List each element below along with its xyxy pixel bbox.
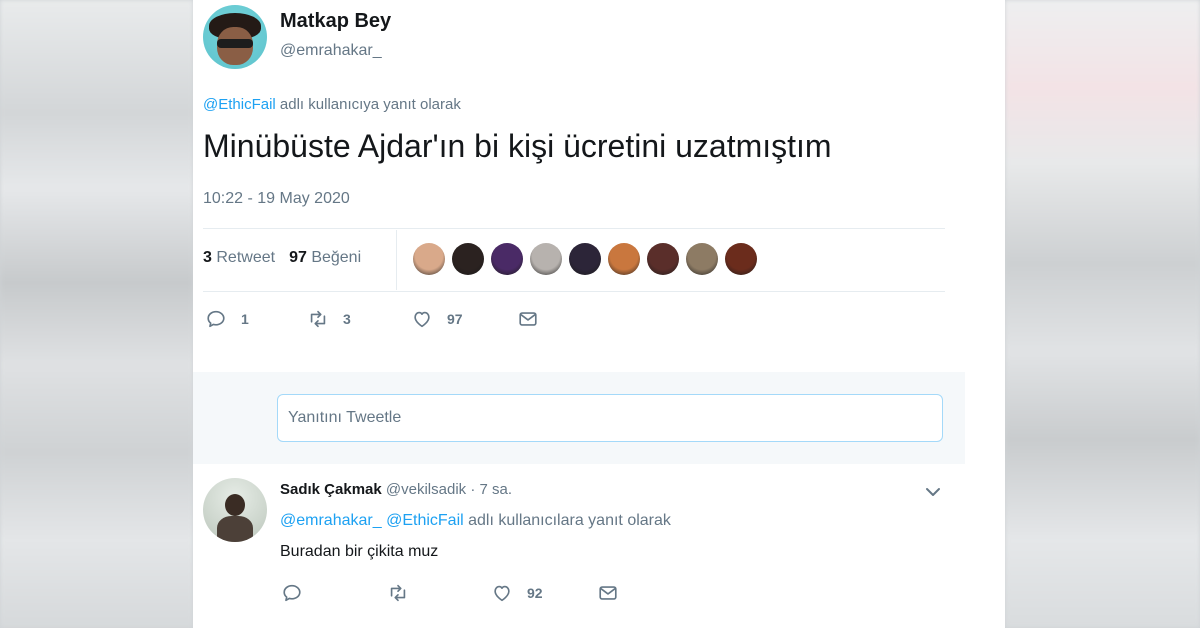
retweet-count: 3	[343, 311, 351, 327]
reply-count: 1	[241, 311, 249, 327]
chevron-down-icon[interactable]	[921, 480, 945, 504]
like-action[interactable]: 92	[491, 582, 597, 604]
like-count: 97	[447, 311, 463, 327]
mail-icon	[519, 312, 537, 326]
stats-separator	[396, 230, 397, 290]
liker-avatar[interactable]	[530, 243, 562, 275]
tweet-actions: 1 3 97	[205, 308, 539, 330]
divider	[203, 291, 945, 292]
likers-avatar-list	[413, 243, 757, 275]
liker-avatar[interactable]	[647, 243, 679, 275]
liker-avatar[interactable]	[725, 243, 757, 275]
heart-icon	[414, 311, 430, 328]
reply-author-avatar[interactable]	[203, 478, 267, 542]
liker-avatar[interactable]	[491, 243, 523, 275]
tweet-text: Minübüste Ajdar'ın bi kişi ücretini uzat…	[203, 128, 832, 164]
reply-mention-link[interactable]: @emrahakar_	[280, 512, 382, 529]
direct-message-action[interactable]	[517, 308, 539, 330]
blurred-background-left	[0, 0, 193, 628]
like-stat[interactable]: 97 Beğeni	[289, 249, 361, 266]
reply-compose-area	[193, 372, 965, 464]
reply-author-handle[interactable]: @vekilsadik	[386, 481, 466, 498]
tweet-stats: 3 Retweet 97 Beğeni	[203, 249, 361, 267]
retweet-action[interactable]	[387, 582, 491, 604]
reply-to-label: adlı kullanıcılara yanıt olarak	[463, 512, 671, 529]
reply-actions: 92	[281, 582, 619, 604]
retweet-action[interactable]: 3	[307, 308, 411, 330]
direct-message-action[interactable]	[597, 582, 619, 604]
reply-action[interactable]: 1	[205, 308, 307, 330]
reply-header: Sadık Çakmak @vekilsadik · 7 sa.	[280, 481, 512, 498]
reply-text: Buradan bir çikita muz	[280, 543, 439, 560]
liker-avatar[interactable]	[569, 243, 601, 275]
liker-avatar[interactable]	[413, 243, 445, 275]
blurred-background-right	[1005, 0, 1200, 628]
divider	[203, 228, 945, 229]
separator-dot: ·	[466, 481, 480, 498]
retweet-icon	[310, 310, 326, 328]
tweet-card: Matkap Bey @emrahakar_ @EthicFail adlı k…	[193, 0, 1005, 628]
author-handle[interactable]: @emrahakar_	[280, 42, 382, 60]
heart-icon	[494, 585, 510, 602]
author-avatar[interactable]	[203, 5, 267, 69]
reply-icon	[207, 310, 225, 328]
liker-avatar[interactable]	[608, 243, 640, 275]
reply-icon	[283, 584, 301, 602]
mail-icon	[599, 586, 617, 600]
retweet-icon	[390, 584, 406, 602]
reply-context: @EthicFail adlı kullanıcıya yanıt olarak	[203, 96, 461, 113]
reply-action[interactable]	[281, 582, 387, 604]
liker-avatar[interactable]	[452, 243, 484, 275]
author-display-name[interactable]: Matkap Bey	[280, 10, 391, 33]
reply-context: @emrahakar_ @EthicFail adlı kullanıcılar…	[280, 512, 671, 530]
reply-tweet-input[interactable]	[277, 394, 943, 442]
like-action[interactable]: 97	[411, 308, 517, 330]
reply-mention-link[interactable]: @EthicFail	[386, 512, 464, 529]
liker-avatar[interactable]	[686, 243, 718, 275]
reply-to-label: adlı kullanıcıya yanıt olarak	[275, 96, 461, 113]
tweet-timestamp[interactable]: 10:22 - 19 May 2020	[203, 190, 350, 208]
reply-author-name[interactable]: Sadık Çakmak	[280, 481, 382, 498]
reply-time[interactable]: 7 sa.	[480, 481, 513, 498]
retweet-stat[interactable]: 3 Retweet	[203, 249, 275, 266]
reply-to-mention-link[interactable]: @EthicFail	[203, 96, 276, 113]
like-count: 92	[527, 585, 543, 601]
